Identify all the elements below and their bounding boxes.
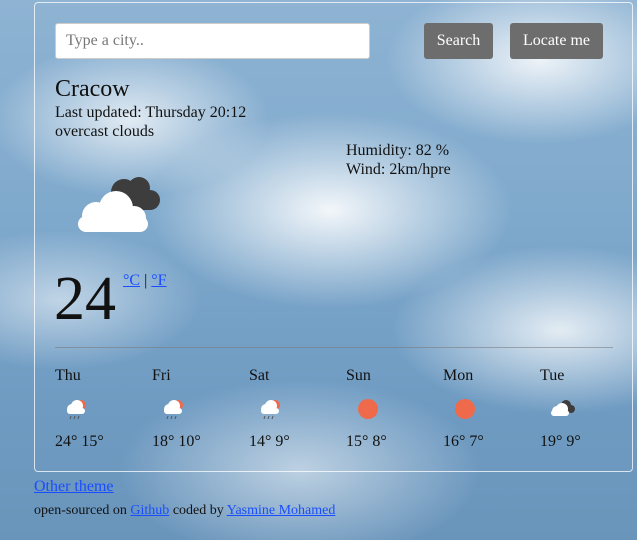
weather-description: overcast clouds: [55, 123, 155, 140]
forecast-range: 16° 7°: [443, 433, 484, 450]
unit-switch: °C | °F: [123, 272, 167, 290]
celsius-link[interactable]: °C: [123, 272, 140, 289]
forecast-range: 19° 9°: [540, 433, 581, 450]
forecast-range: 15° 8°: [346, 433, 387, 450]
cloudy-icon: [551, 400, 575, 416]
credit-line: open-sourced on Github coded by Yasmine …: [34, 503, 335, 519]
rain-cloud-icon: [164, 400, 183, 420]
rain-cloud-icon: [67, 400, 86, 420]
rain-cloud-icon: [261, 400, 280, 420]
city-name: Cracow: [55, 76, 130, 102]
search-button[interactable]: Search: [424, 23, 493, 59]
forecast-range: 14° 9°: [249, 433, 290, 450]
wind: Wind: 2km/hpre: [346, 161, 451, 178]
overcast-clouds-icon: [78, 177, 160, 232]
forecast-day: Fri 18° 10°: [152, 367, 242, 450]
credit-middle: coded by: [172, 503, 224, 518]
forecast-range: 18° 10°: [152, 433, 201, 450]
unit-separator: |: [144, 272, 148, 289]
forecast-day: Mon 16° 7°: [443, 367, 533, 450]
forecast-day: Thu 24° 15°: [55, 367, 145, 450]
forecast-day-name: Thu: [55, 367, 81, 384]
sun-icon: [358, 399, 378, 419]
forecast-day-name: Tue: [540, 367, 565, 384]
github-link[interactable]: Github: [130, 503, 169, 518]
last-updated: Last updated: Thursday 20:12: [55, 104, 247, 121]
humidity: Humidity: 82 %: [346, 142, 450, 159]
divider: [55, 347, 613, 348]
forecast-day-name: Fri: [152, 367, 171, 384]
credit-prefix: open-sourced on: [34, 503, 127, 518]
locate-me-button[interactable]: Locate me: [510, 23, 603, 59]
other-theme-link[interactable]: Other theme: [34, 478, 114, 496]
forecast-day-name: Sun: [346, 367, 371, 384]
author-link[interactable]: Yasmine Mohamed: [227, 503, 336, 518]
forecast-day: Tue 19° 9°: [540, 367, 630, 450]
forecast-day-name: Sat: [249, 367, 270, 384]
forecast-range: 24° 15°: [55, 433, 104, 450]
city-search-input[interactable]: [55, 23, 370, 59]
forecast-day: Sat 14° 9°: [249, 367, 339, 450]
forecast-day: Sun 15° 8°: [346, 367, 436, 450]
forecast-day-name: Mon: [443, 367, 474, 384]
current-temperature: 24: [54, 265, 116, 333]
sun-icon: [455, 399, 475, 419]
fahrenheit-link[interactable]: °F: [151, 272, 166, 289]
weather-card: [34, 2, 633, 472]
